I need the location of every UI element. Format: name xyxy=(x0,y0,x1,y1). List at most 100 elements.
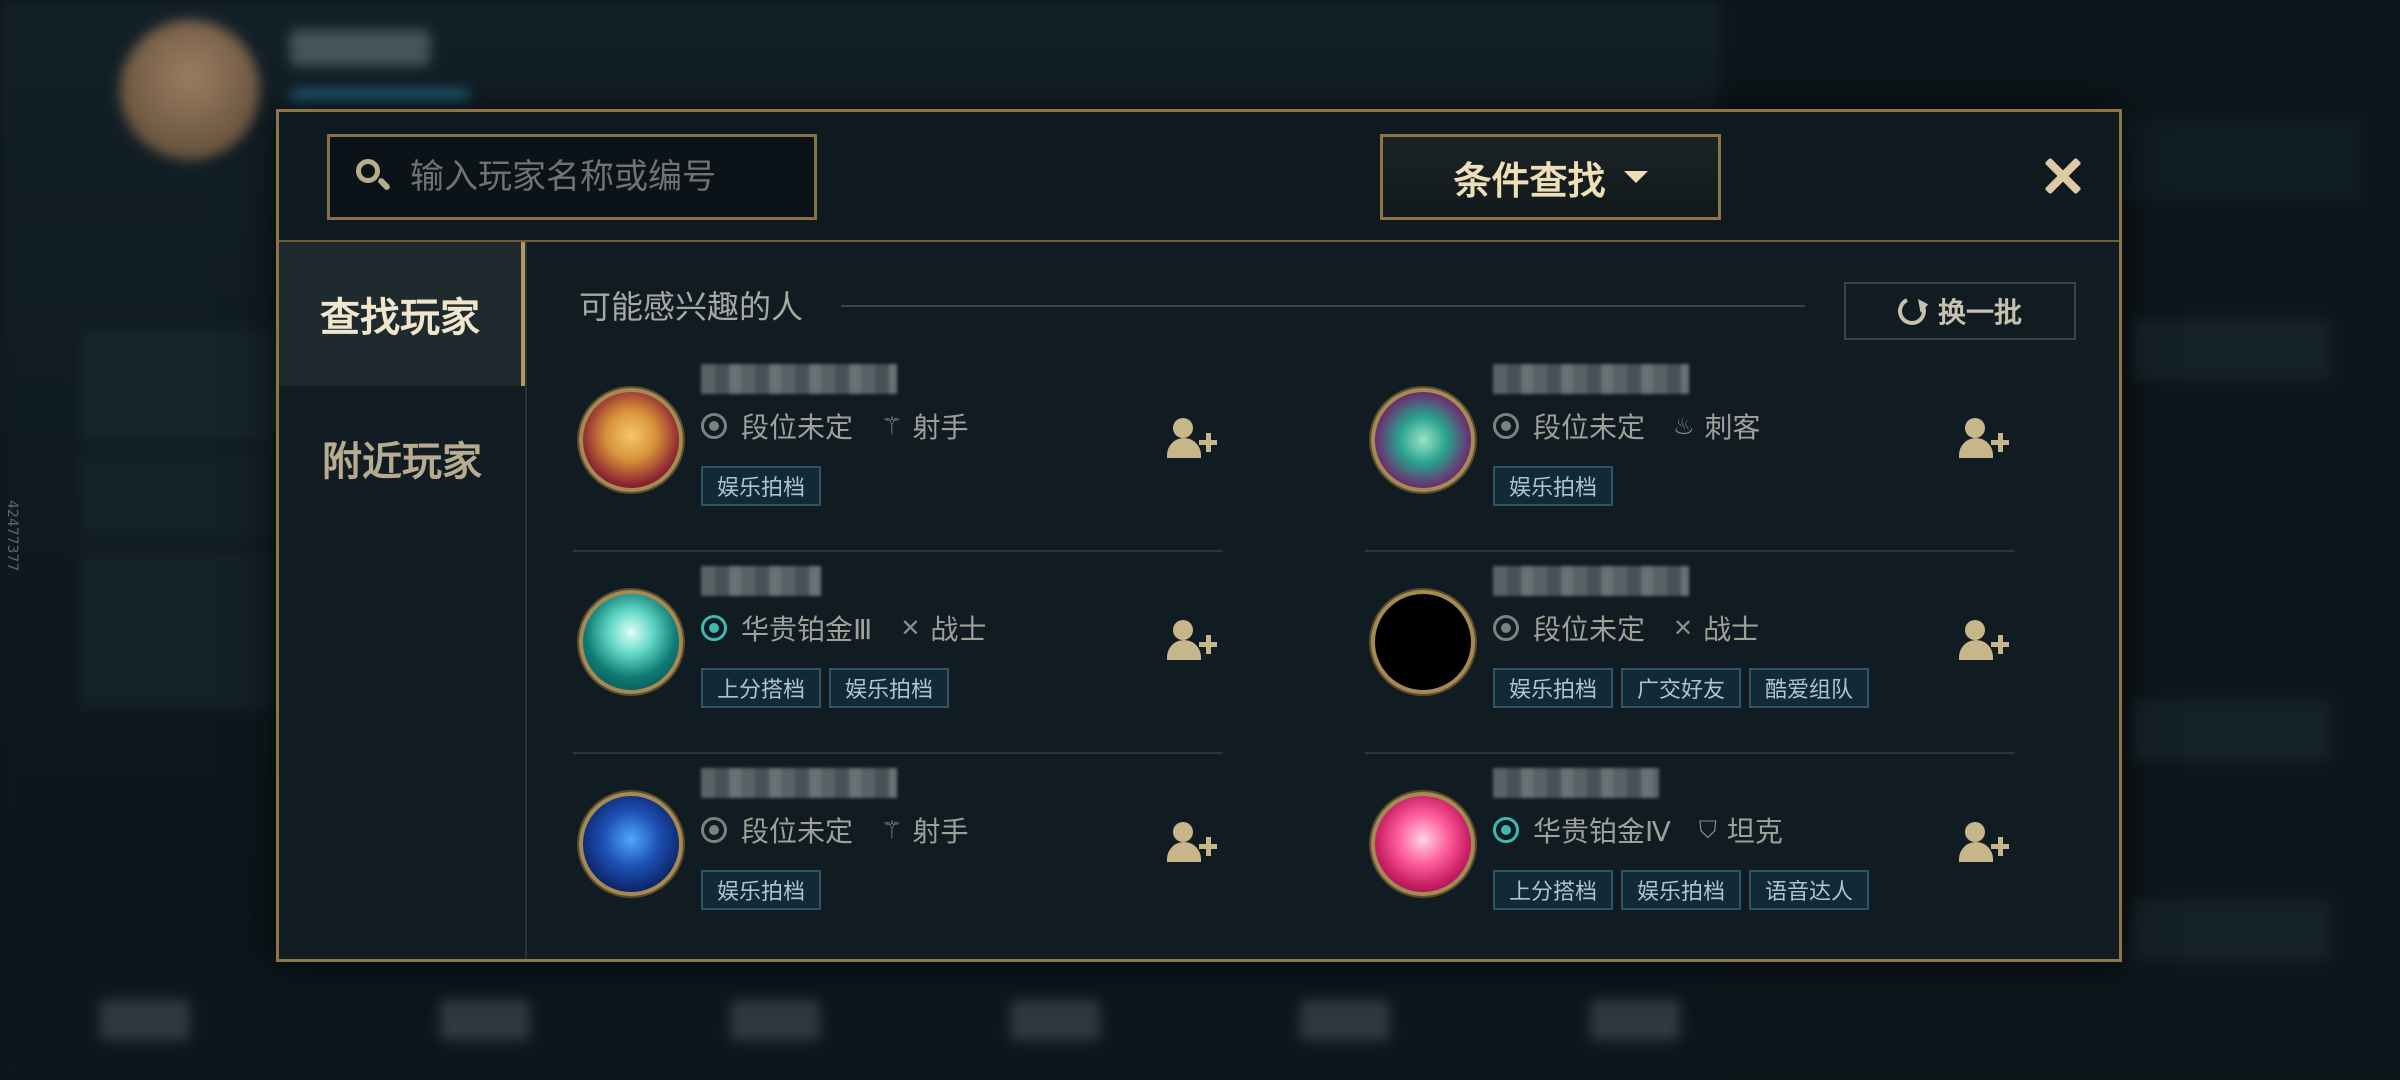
player-tags: 娱乐拍档 xyxy=(701,870,822,910)
bg-right-item xyxy=(2130,900,2330,960)
card-divider xyxy=(1365,550,2015,552)
player-tag: 娱乐拍档 xyxy=(1493,466,1614,506)
player-name-redacted xyxy=(1493,364,1689,394)
add-friend-button[interactable] xyxy=(1167,414,1223,466)
add-friend-icon xyxy=(1173,418,1193,438)
player-tag: 娱乐拍档 xyxy=(829,668,950,708)
player-tag: 娱乐拍档 xyxy=(1493,668,1614,708)
player-avatar[interactable] xyxy=(1371,388,1475,492)
player-avatar[interactable] xyxy=(579,590,683,694)
bg-profile-name xyxy=(290,30,430,66)
player-card: 华贵铂金Ⅳ ⛉ 坦克 上分搭档 娱乐拍档 语音达人 xyxy=(1365,756,2015,956)
bg-list-item xyxy=(80,330,280,440)
player-tag: 广交好友 xyxy=(1621,668,1742,708)
player-rank: 华贵铂金Ⅲ xyxy=(741,613,873,646)
player-tag: 娱乐拍档 xyxy=(1621,870,1742,910)
player-meta: 段位未定 ♨ 刺客 xyxy=(1493,406,1761,446)
sidebar: 查找玩家 附近玩家 xyxy=(279,242,527,959)
section-divider xyxy=(841,305,1805,307)
close-icon xyxy=(2043,156,2083,196)
player-meta: 段位未定 ✕ 战士 xyxy=(1493,608,1759,648)
bg-nav-item xyxy=(440,1000,530,1040)
add-friend-button[interactable] xyxy=(1959,616,2015,668)
add-friend-button[interactable] xyxy=(1959,414,2015,466)
tab-nearby-players[interactable]: 附近玩家 xyxy=(279,386,525,530)
bg-list-item xyxy=(80,450,280,540)
recommendation-panel: 可能感兴趣的人 换一批 段位未定 ⚚ 射手 娱乐拍档 段位未定 ♨ 刺客 娱乐拍… xyxy=(529,242,2119,959)
player-name-redacted xyxy=(1493,566,1689,596)
close-button[interactable] xyxy=(2035,148,2091,204)
refresh-button[interactable]: 换一批 xyxy=(1844,282,2076,340)
add-friend-button[interactable] xyxy=(1167,616,1223,668)
player-name-redacted xyxy=(1493,768,1659,798)
unranked-icon xyxy=(701,413,727,439)
unranked-icon xyxy=(701,817,727,843)
refresh-label: 换一批 xyxy=(1937,296,2022,329)
add-friend-button[interactable] xyxy=(1959,818,2015,870)
bg-profile-avatar xyxy=(120,20,260,160)
card-divider xyxy=(573,752,1223,754)
player-tags: 娱乐拍档 xyxy=(701,466,822,506)
bg-exp-bar xyxy=(290,90,470,100)
player-avatar[interactable] xyxy=(1371,792,1475,896)
player-avatar[interactable] xyxy=(579,792,683,896)
player-card: 段位未定 ♨ 刺客 娱乐拍档 xyxy=(1365,352,2015,552)
bg-right-item xyxy=(2130,320,2330,380)
search-box[interactable] xyxy=(327,134,817,220)
player-tags: 上分搭档 娱乐拍档 语音达人 xyxy=(1493,870,1870,910)
fighter-icon: ✕ xyxy=(900,614,921,642)
player-rank: 段位未定 xyxy=(741,815,854,848)
player-tags: 娱乐拍档 广交好友 酷爱组队 xyxy=(1493,668,1870,708)
player-role: 战士 xyxy=(1703,613,1760,646)
bg-right-item xyxy=(2130,700,2330,760)
bg-bottom-nav xyxy=(0,960,1720,1080)
find-player-dialog: 条件查找 查找玩家 附近玩家 可能感兴趣的人 换一批 段位未定 ⚚ 射手 娱 xyxy=(276,109,2122,962)
dialog-header: 条件查找 xyxy=(279,112,2119,242)
player-avatar[interactable] xyxy=(579,388,683,492)
marksman-icon: ⚚ xyxy=(881,816,903,844)
player-meta: 段位未定 ⚚ 射手 xyxy=(701,810,969,850)
tab-find-player[interactable]: 查找玩家 xyxy=(279,242,525,386)
card-divider xyxy=(573,550,1223,552)
refresh-icon xyxy=(1894,293,1930,329)
player-role: 射手 xyxy=(912,815,969,848)
add-friend-button[interactable] xyxy=(1167,818,1223,870)
marksman-icon: ⚚ xyxy=(881,412,903,440)
chevron-down-icon xyxy=(1623,171,1648,183)
bg-list-item xyxy=(80,550,280,640)
fighter-icon: ✕ xyxy=(1673,614,1694,642)
search-input[interactable] xyxy=(410,157,790,197)
player-tag: 娱乐拍档 xyxy=(701,870,822,910)
player-rank: 段位未定 xyxy=(1533,411,1646,444)
player-tag: 上分搭档 xyxy=(1493,870,1614,910)
player-meta: 段位未定 ⚚ 射手 xyxy=(701,406,969,446)
unranked-icon xyxy=(1493,615,1519,641)
player-rank: 段位未定 xyxy=(1533,613,1646,646)
bg-list-item xyxy=(80,630,280,710)
player-name-redacted xyxy=(701,364,897,394)
player-card: 段位未定 ✕ 战士 娱乐拍档 广交好友 酷爱组队 xyxy=(1365,554,2015,754)
filter-dropdown-button[interactable]: 条件查找 xyxy=(1380,134,1721,220)
player-card: 段位未定 ⚚ 射手 娱乐拍档 xyxy=(573,352,1223,552)
player-name-redacted xyxy=(701,566,821,596)
player-meta: 华贵铂金Ⅲ ✕ 战士 xyxy=(701,608,986,648)
player-avatar[interactable] xyxy=(1371,590,1475,694)
tab-label: 附近玩家 xyxy=(322,439,482,485)
player-role: 战士 xyxy=(930,613,987,646)
add-friend-icon xyxy=(1173,822,1193,842)
player-tag: 娱乐拍档 xyxy=(701,466,822,506)
player-tags: 上分搭档 娱乐拍档 xyxy=(701,668,950,708)
add-friend-icon xyxy=(1965,620,1985,640)
add-friend-icon xyxy=(1173,620,1193,640)
player-tags: 娱乐拍档 xyxy=(1493,466,1614,506)
bg-nav-item xyxy=(730,1000,820,1040)
section-title: 可能感兴趣的人 xyxy=(579,288,804,326)
tab-label: 查找玩家 xyxy=(320,295,480,341)
player-role: 坦克 xyxy=(1726,815,1783,848)
player-card: 段位未定 ⚚ 射手 娱乐拍档 xyxy=(573,756,1223,956)
player-rank: 段位未定 xyxy=(741,411,854,444)
assassin-icon: ♨ xyxy=(1673,412,1695,440)
bg-nav-item xyxy=(1010,1000,1100,1040)
player-role: 射手 xyxy=(912,411,969,444)
player-tag: 上分搭档 xyxy=(701,668,822,708)
